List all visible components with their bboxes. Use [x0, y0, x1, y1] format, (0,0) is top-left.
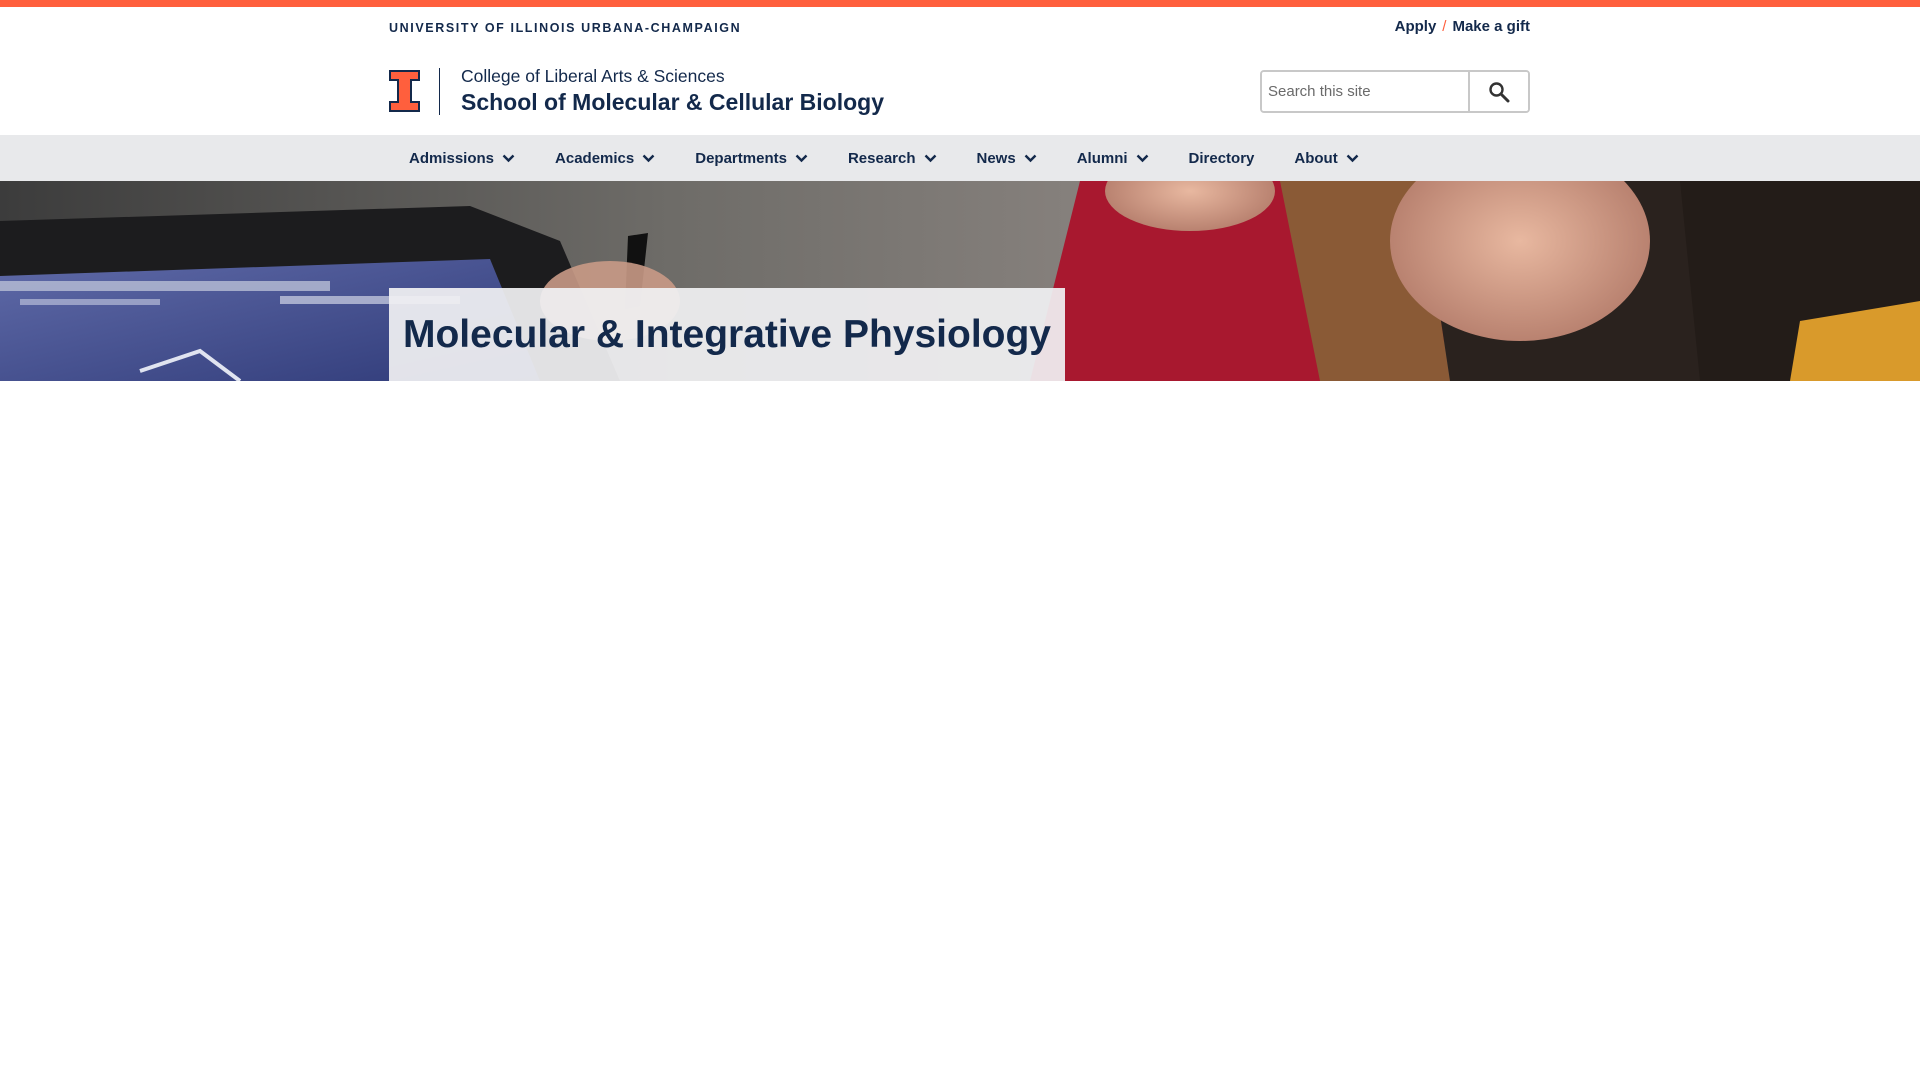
chevron-down-icon [642, 154, 655, 163]
block-i-logo-icon[interactable] [389, 70, 420, 112]
nav-item-label: News [976, 149, 1016, 167]
make-gift-link[interactable]: Make a gift [1452, 18, 1530, 35]
university-wordmark-link[interactable]: UNIVERSITY OF ILLINOIS URBANA-CHAMPAIGN [389, 21, 741, 35]
site-title-link[interactable]: School of Molecular & Cellular Biology [461, 89, 884, 116]
hero-title-box: Molecular & Integrative Physiology [389, 288, 1065, 381]
site-header: College of Liberal Arts & Sciences Schoo… [0, 47, 1920, 135]
search-icon [1489, 81, 1510, 102]
search-button[interactable] [1468, 72, 1528, 111]
brand-divider [439, 68, 440, 115]
nav-item-academics[interactable]: Academics [535, 135, 675, 181]
chevron-down-icon [795, 154, 808, 163]
chevron-down-icon [1136, 154, 1149, 163]
nav-item-admissions[interactable]: Admissions [389, 135, 535, 181]
nav-item-label: Alumni [1076, 149, 1128, 167]
utility-links: Apply / Make a gift [1395, 18, 1530, 35]
page-title: Molecular & Integrative Physiology [403, 312, 1051, 356]
nav-item-research[interactable]: Research [828, 135, 957, 181]
utility-bar: UNIVERSITY OF ILLINOIS URBANA-CHAMPAIGN … [0, 7, 1920, 47]
nav-item-label: Departments [695, 149, 787, 167]
nav-item-alumni[interactable]: Alumni [1057, 135, 1169, 181]
nav-item-label: Academics [555, 149, 635, 167]
nav-item-news[interactable]: News [957, 135, 1057, 181]
chevron-down-icon [1024, 154, 1037, 163]
search-input[interactable] [1262, 72, 1468, 111]
apply-link[interactable]: Apply [1395, 18, 1437, 35]
nav-item-label: Research [847, 149, 916, 167]
top-accent-stripe [0, 0, 1920, 7]
main-navigation: Admissions Academics Departments Researc… [0, 135, 1920, 181]
chevron-down-icon [924, 154, 937, 163]
site-search-form [1260, 70, 1530, 113]
nav-item-label: About [1294, 149, 1338, 167]
hero-banner: Molecular & Integrative Physiology [0, 181, 1920, 381]
nav-item-label: Admissions [409, 149, 495, 167]
chevron-down-icon [502, 154, 515, 163]
nav-item-directory[interactable]: Directory [1169, 135, 1275, 181]
nav-item-departments[interactable]: Departments [675, 135, 828, 181]
block-i-logo-svg [389, 70, 420, 112]
chevron-down-icon [1346, 154, 1359, 163]
nav-item-about[interactable]: About [1274, 135, 1378, 181]
nav-item-label: Directory [1188, 149, 1255, 167]
utility-separator: / [1442, 18, 1447, 35]
nav-list: Admissions Academics Departments Researc… [389, 135, 1379, 181]
college-name-link[interactable]: College of Liberal Arts & Sciences [461, 66, 725, 87]
